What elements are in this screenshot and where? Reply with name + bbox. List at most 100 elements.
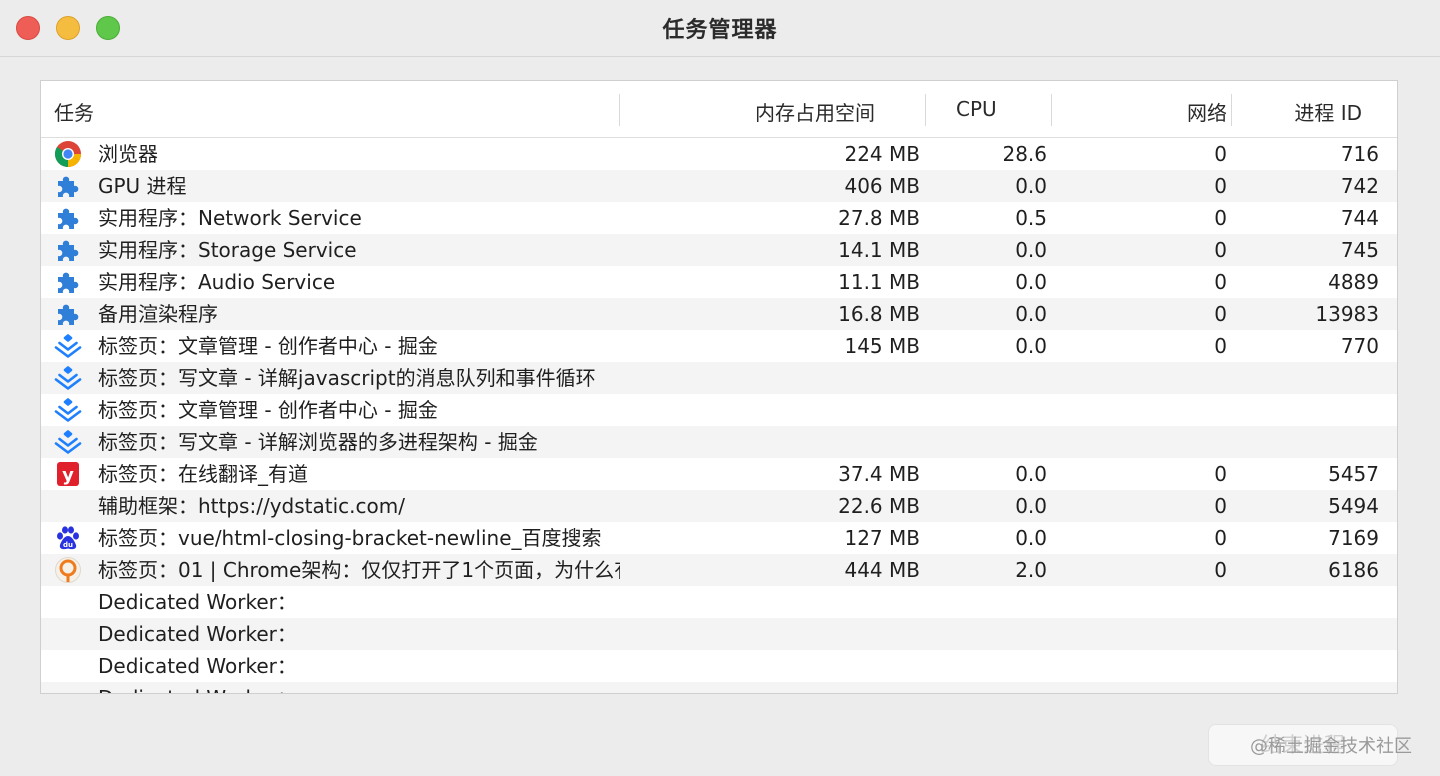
process-task-name: Dedicated Worker： <box>98 684 620 693</box>
process-cpu: 0.0 <box>1015 270 1047 294</box>
process-cpu: 28.6 <box>1002 142 1047 166</box>
process-id: 7169 <box>1328 526 1379 550</box>
column-header-pid[interactable]: 进程 ID <box>1294 97 1362 126</box>
process-row[interactable]: 标签页：文章管理 - 创作者中心 - 掘金 145 MB 0.0 0 770 <box>41 330 1397 362</box>
process-network: 0 <box>1214 462 1227 486</box>
window-title: 任务管理器 <box>662 18 778 43</box>
process-cpu: 0.0 <box>1015 238 1047 262</box>
watermark: @稀土掘金技术社区 <box>1250 736 1412 757</box>
process-task-name: Dedicated Worker： <box>98 622 297 646</box>
svg-text:du: du <box>63 541 73 549</box>
process-network: 0 <box>1214 206 1227 230</box>
process-network: 0 <box>1214 334 1227 358</box>
column-divider[interactable] <box>1051 94 1052 126</box>
puzzle-icon <box>54 204 82 232</box>
process-row[interactable]: Dedicated Worker： <box>41 618 1397 650</box>
process-cpu: 0.0 <box>1015 302 1047 326</box>
process-row[interactable]: 实用程序：Audio Service 11.1 MB 0.0 0 4889 <box>41 266 1397 298</box>
process-task-name: Dedicated Worker： <box>98 590 297 614</box>
juejin-icon <box>54 428 82 456</box>
process-cpu: 0.0 <box>1015 334 1047 358</box>
process-row[interactable]: Dedicated Worker： <box>41 586 1397 618</box>
process-task-name: 标签页：vue/html-closing-bracket-newline_百度搜… <box>98 526 602 550</box>
process-memory: 37.4 MB <box>838 462 920 486</box>
process-id: 716 <box>1340 142 1379 166</box>
process-task-name: 实用程序：Storage Service <box>98 238 357 262</box>
column-divider[interactable] <box>1231 94 1232 126</box>
column-header-memory[interactable]: 内存占用空间 <box>755 97 875 126</box>
process-memory: 406 MB <box>844 174 920 198</box>
process-memory: 145 MB <box>844 334 920 358</box>
column-header-task[interactable]: 任务 <box>54 97 94 126</box>
process-cpu: 0.5 <box>1015 206 1047 230</box>
column-divider[interactable] <box>619 94 620 126</box>
process-cpu: 0.0 <box>1015 462 1047 486</box>
youdao-icon: y <box>54 460 82 488</box>
process-task-name: 标签页：文章管理 - 创作者中心 - 掘金 <box>98 398 438 422</box>
process-task-name: 标签页：写文章 - 详解javascript的消息队列和事件循环 <box>98 366 596 390</box>
process-task-name: 实用程序：Audio Service <box>98 270 336 294</box>
svg-text:y: y <box>62 465 74 486</box>
process-row[interactable]: 实用程序：Storage Service 14.1 MB 0.0 0 745 <box>41 234 1397 266</box>
process-memory: 27.8 MB <box>838 206 920 230</box>
process-id: 744 <box>1340 206 1379 230</box>
process-row[interactable]: GPU 进程 406 MB 0.0 0 742 <box>41 170 1397 202</box>
process-row[interactable]: 浏览器 224 MB 28.6 0 716 <box>41 138 1397 170</box>
process-table: 任务 内存占用空间 CPU 网络 进程 ID 浏览器 224 MB 28.6 0 716… <box>40 80 1398 694</box>
process-cpu: 2.0 <box>1015 558 1047 582</box>
process-task-name: 辅助框架：https://ydstatic.com/ <box>98 494 405 518</box>
juejin-icon <box>54 396 82 424</box>
process-row[interactable]: 辅助框架：https://ydstatic.com/22.6 MB 0.0 0 549… <box>41 490 1397 522</box>
process-row[interactable]: Dedicated Worker： <box>41 682 1397 693</box>
process-cpu: 0.0 <box>1015 494 1047 518</box>
process-id: 5457 <box>1328 462 1379 486</box>
process-row[interactable]: Dedicated Worker： <box>41 650 1397 682</box>
process-task-name: 浏览器 <box>98 142 158 166</box>
process-memory: 127 MB <box>844 526 920 550</box>
process-task-name: 标签页：写文章 - 详解浏览器的多进程架构 - 掘金 <box>98 430 538 454</box>
process-id: 13983 <box>1315 302 1379 326</box>
column-divider[interactable] <box>925 94 926 126</box>
process-memory: 11.1 MB <box>838 270 920 294</box>
process-row[interactable]: 备用渲染程序 16.8 MB 0.0 0 13983 <box>41 298 1397 330</box>
process-task-name: 标签页：文章管理 - 创作者中心 - 掘金 <box>98 334 438 358</box>
process-row[interactable]: y 标签页：在线翻译_有道 37.4 MB 0.0 0 5457 <box>41 458 1397 490</box>
process-id: 4889 <box>1328 270 1379 294</box>
process-network: 0 <box>1214 494 1227 518</box>
table-header: 任务 内存占用空间 CPU 网络 进程 ID <box>41 81 1397 138</box>
puzzle-icon <box>54 236 82 264</box>
process-memory: 22.6 MB <box>838 494 920 518</box>
process-task-name: 标签页：在线翻译_有道 <box>98 462 308 486</box>
process-row[interactable]: 实用程序：Network Service 27.8 MB 0.5 0 744 <box>41 202 1397 234</box>
process-row[interactable]: du 标签页：vue/html-closing-bracket-newline_百… <box>41 522 1397 554</box>
process-task-name: Dedicated Worker： <box>98 654 297 678</box>
process-task-name: GPU 进程 <box>98 174 187 198</box>
puzzle-icon <box>54 172 82 200</box>
process-id: 6186 <box>1328 558 1379 582</box>
process-network: 0 <box>1214 270 1227 294</box>
process-task-name: 实用程序：Network Service <box>98 206 362 230</box>
juejin-icon <box>54 364 82 392</box>
process-network: 0 <box>1214 142 1227 166</box>
process-row[interactable]: 标签页：写文章 - 详解javascript的消息队列和事件循环 <box>41 362 1397 394</box>
baidu-icon: du <box>54 524 82 552</box>
process-memory: 444 MB <box>844 558 920 582</box>
process-id: 745 <box>1340 238 1379 262</box>
title-bar: 任务管理器 <box>0 0 1440 57</box>
process-id: 742 <box>1340 174 1379 198</box>
column-header-cpu[interactable]: CPU <box>956 97 997 121</box>
chrome-icon <box>54 140 82 168</box>
process-memory: 16.8 MB <box>838 302 920 326</box>
puzzle-icon <box>54 300 82 328</box>
process-id: 770 <box>1340 334 1379 358</box>
process-network: 0 <box>1214 238 1227 262</box>
process-network: 0 <box>1214 174 1227 198</box>
process-row[interactable]: 标签页：文章管理 - 创作者中心 - 掘金 <box>41 394 1397 426</box>
process-row[interactable]: 标签页：01 | Chrome架构：仅仅打开了1个页面，为什么有4个进程？ 444… <box>41 554 1397 586</box>
process-task-name: 备用渲染程序 <box>98 302 218 326</box>
process-cpu: 0.0 <box>1015 174 1047 198</box>
process-row[interactable]: 标签页：写文章 - 详解浏览器的多进程架构 - 掘金 <box>41 426 1397 458</box>
process-list: 浏览器 224 MB 28.6 0 716 GPU 进程 406 MB 0.0 0 742 实用程序… <box>41 138 1397 693</box>
column-header-network[interactable]: 网络 <box>1187 97 1227 126</box>
process-cpu: 0.0 <box>1015 526 1047 550</box>
